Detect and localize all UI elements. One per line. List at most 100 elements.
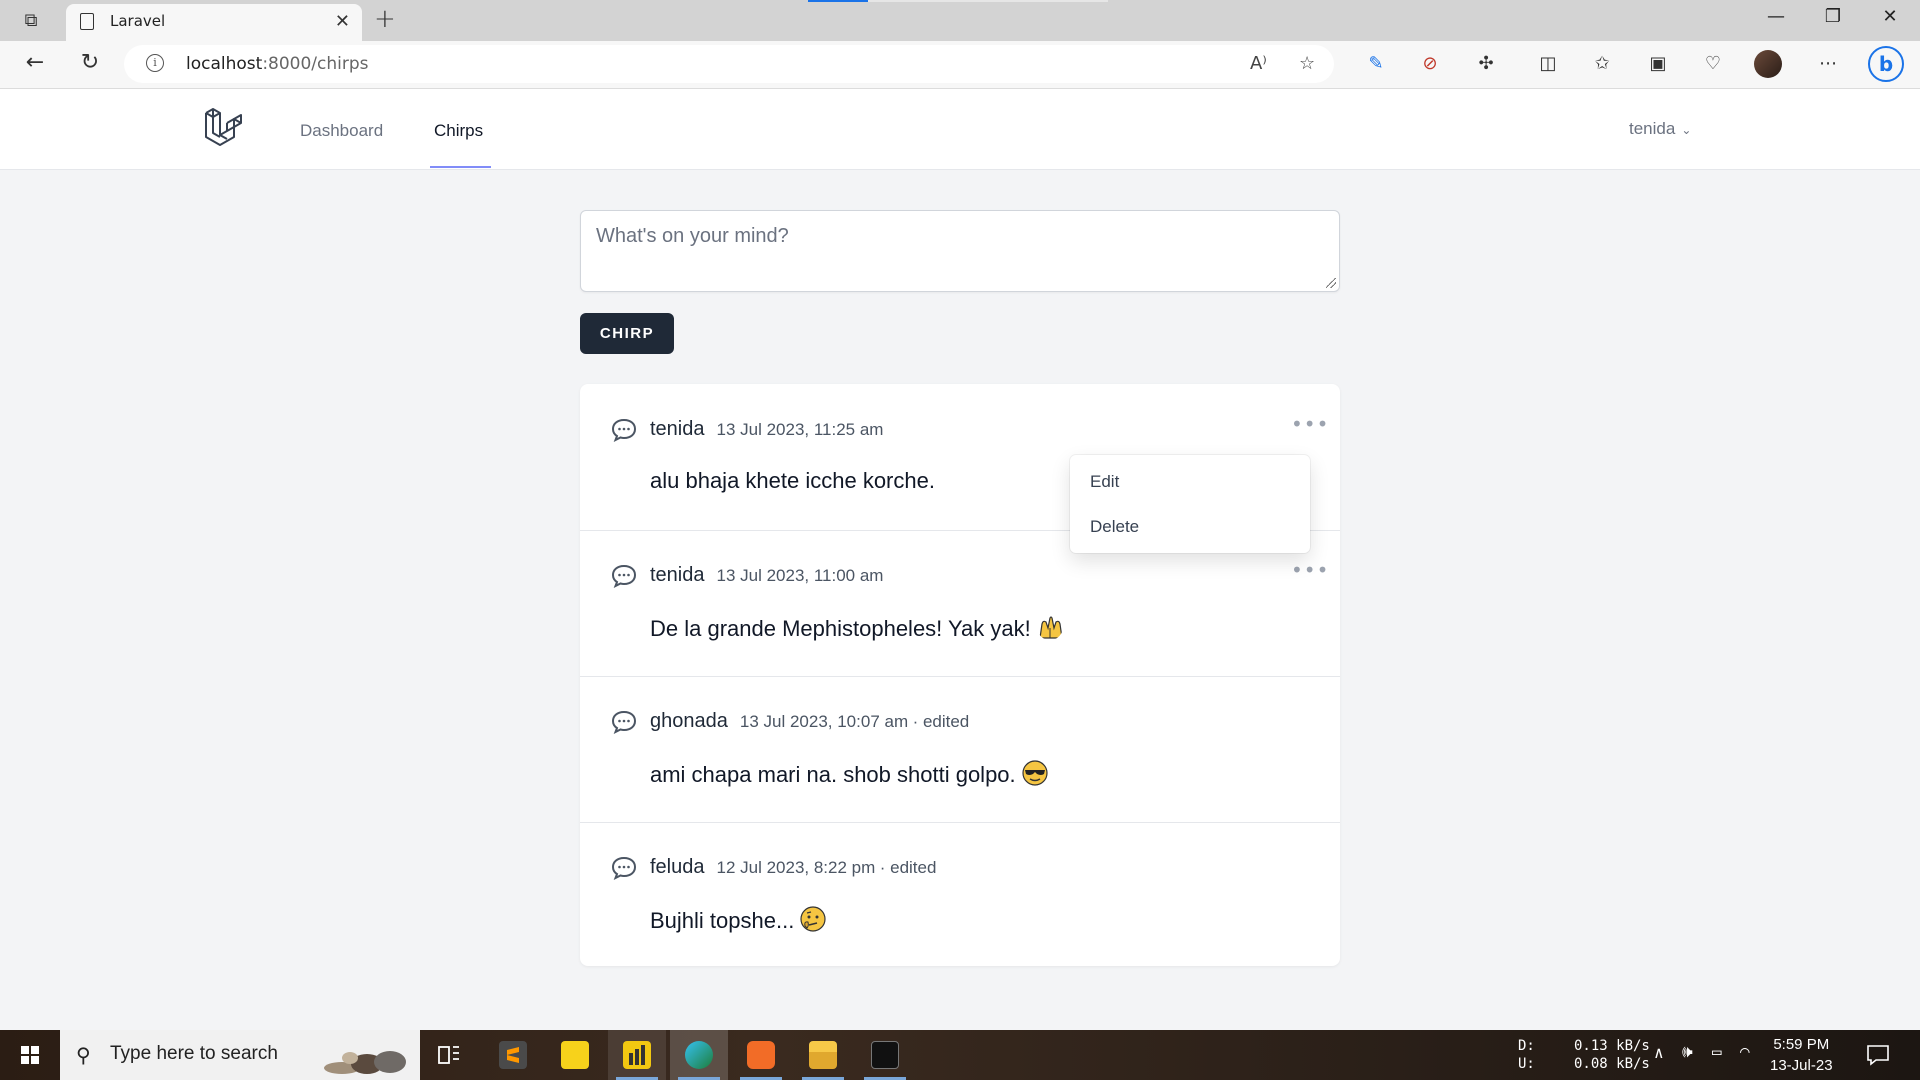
browser-tab[interactable]: Laravel ✕ (66, 4, 362, 41)
terminal-icon (871, 1041, 899, 1069)
chirp-message: ami chapa mari na. shob shotti golpo. (650, 760, 1048, 788)
site-info-icon[interactable]: i (146, 54, 164, 72)
chirp-item: ghonada 13 Jul 2023, 10:07 am · edited am… (580, 676, 1340, 823)
taskbar-app-sublime[interactable] (484, 1030, 542, 1080)
chirp-meta: tenida 13 Jul 2023, 11:00 am (650, 564, 883, 587)
net-upload-speed: 0.08 kB/s (1574, 1056, 1650, 1072)
chirp-author: ghonada (650, 710, 728, 732)
resize-handle[interactable] (1326, 278, 1336, 288)
favorite-star-icon[interactable]: ☆ (1299, 53, 1315, 74)
taskbar-app-sticky-notes[interactable] (546, 1030, 604, 1080)
chirp-meta: tenida 13 Jul 2023, 11:25 am (650, 418, 883, 441)
chirp-composer (580, 210, 1340, 292)
clock-time: 5:59 PM (1773, 1036, 1830, 1053)
laravel-logo-icon[interactable] (204, 107, 244, 149)
volume-icon[interactable]: 🕪 (1682, 1042, 1693, 1062)
chirp-options-icon[interactable]: ••• (1291, 412, 1329, 436)
chirp-date: 12 Jul 2023, 8:22 pm (716, 858, 876, 877)
nav-link-chirps[interactable]: Chirps (434, 121, 483, 141)
chat-bubble-icon (611, 418, 637, 442)
restore-icon[interactable]: ❐ (1813, 6, 1853, 27)
confused-face-emoji-icon (800, 906, 826, 932)
search-highlight-image (324, 1051, 406, 1074)
sticky-notes-icon (561, 1041, 589, 1069)
chevron-down-icon: ⌄ (1681, 123, 1692, 137)
chirp-edited-label: · edited (879, 858, 937, 877)
chirp-meta: feluda 12 Jul 2023, 8:22 pm · edited (650, 856, 936, 879)
chirp-author: tenida (650, 418, 705, 440)
task-view-icon (438, 1046, 459, 1064)
back-icon[interactable]: ← (20, 50, 50, 75)
edit-menu-item[interactable]: Edit (1090, 472, 1119, 492)
url-host: localhost (186, 54, 263, 74)
browser-essentials-icon[interactable]: ♡ (1699, 50, 1727, 78)
chirp-message-input[interactable] (581, 211, 1339, 291)
chirp-options-icon[interactable]: ••• (1291, 558, 1329, 582)
chat-bubble-icon (611, 564, 637, 588)
split-screen-icon[interactable]: ◫ (1534, 50, 1562, 78)
profile-avatar[interactable] (1754, 50, 1782, 78)
search-icon: ⚲ (76, 1043, 91, 1067)
new-tab-icon[interactable]: + (374, 4, 396, 34)
browser-toolbar: ← ↻ i localhost:8000/chirps A⁾ ☆ (0, 41, 1920, 89)
clock-date: 13-Jul-23 (1770, 1057, 1833, 1074)
chat-bubble-icon (611, 710, 637, 734)
chirp-message: De la grande Mephistopheles! Yak yak! (650, 614, 1063, 642)
active-nav-underline (430, 166, 491, 168)
favorites-icon[interactable]: ✩ (1588, 50, 1616, 78)
git-client-icon (747, 1041, 775, 1069)
taskbar-app-git-client[interactable] (732, 1030, 790, 1080)
chirp-date: 13 Jul 2023, 11:25 am (716, 420, 884, 439)
chirp-author: feluda (650, 856, 705, 878)
system-clock[interactable]: 5:59 PM 13-Jul-23 (1770, 1034, 1833, 1076)
chirp-item: feluda 12 Jul 2023, 8:22 pm · edited Bujh… (580, 822, 1340, 968)
delete-menu-item[interactable]: Delete (1090, 517, 1139, 537)
windows-start-icon[interactable] (0, 1030, 60, 1080)
taskbar-app-terminal[interactable] (856, 1030, 914, 1080)
loading-track (868, 0, 1108, 2)
battery-icon[interactable]: ▭ (1712, 1042, 1722, 1061)
tab-title: Laravel (110, 12, 166, 30)
pen-extension-icon[interactable]: ✎ (1362, 50, 1390, 78)
collections-icon[interactable]: ▣ (1644, 50, 1672, 78)
close-window-icon[interactable]: ✕ (1870, 6, 1910, 27)
taskbar-app-file-explorer[interactable] (794, 1030, 852, 1080)
extension-off-icon[interactable]: ⊘ (1416, 50, 1444, 78)
nav-link-dashboard[interactable]: Dashboard (300, 121, 383, 141)
power-bi-icon (623, 1041, 651, 1069)
chirp-edited-label: · edited (912, 712, 970, 731)
user-name: tenida (1629, 119, 1676, 138)
chirp-submit-button[interactable]: CHIRP (580, 313, 674, 354)
chirp-message: alu bhaja khete icche korche. (650, 468, 935, 494)
minimize-icon[interactable]: — (1756, 6, 1796, 27)
chirp-message-text: alu bhaja khete icche korche. (650, 468, 935, 493)
taskbar-app-power-bi[interactable] (608, 1030, 666, 1080)
chirp-author: tenida (650, 564, 705, 586)
net-download-label: D: (1518, 1038, 1535, 1054)
net-upload-label: U: (1518, 1056, 1535, 1072)
refresh-icon[interactable]: ↻ (75, 50, 105, 75)
tab-close-icon[interactable]: ✕ (335, 11, 350, 32)
show-hidden-icons-icon[interactable]: ∧ (1654, 1043, 1664, 1062)
workspaces-icon[interactable]: ⧉ (20, 10, 42, 32)
read-aloud-icon[interactable]: A⁾ (1250, 53, 1267, 74)
chirp-message-text: ami chapa mari na. shob shotti golpo. (650, 762, 1016, 787)
notification-center-icon[interactable] (1866, 1044, 1890, 1066)
address-bar[interactable]: i localhost:8000/chirps A⁾ ☆ (124, 45, 1334, 83)
net-download-speed: 0.13 kB/s (1574, 1038, 1650, 1054)
taskbar-search[interactable]: ⚲ Type here to search (60, 1030, 420, 1080)
chirp-message-text: Bujhli topshe... (650, 908, 795, 933)
task-view-button[interactable] (420, 1030, 478, 1080)
url-text: localhost:8000/chirps (186, 54, 369, 74)
raising-hands-emoji-icon (1039, 616, 1063, 639)
chirp-date: 13 Jul 2023, 11:00 am (716, 566, 884, 585)
sublime-text-icon (499, 1041, 527, 1069)
taskbar-app-edge[interactable] (670, 1030, 728, 1080)
bing-chat-icon[interactable]: b (1868, 46, 1904, 82)
more-menu-icon[interactable]: ⋯ (1814, 50, 1842, 78)
user-menu-button[interactable]: tenida ⌄ (1629, 119, 1691, 139)
wifi-icon[interactable]: ◠ (1740, 1042, 1750, 1061)
extensions-icon[interactable]: ✣ (1472, 50, 1500, 78)
chirp-date: 13 Jul 2023, 10:07 am (739, 712, 909, 731)
chirp-options-dropdown: Edit Delete (1070, 455, 1310, 553)
